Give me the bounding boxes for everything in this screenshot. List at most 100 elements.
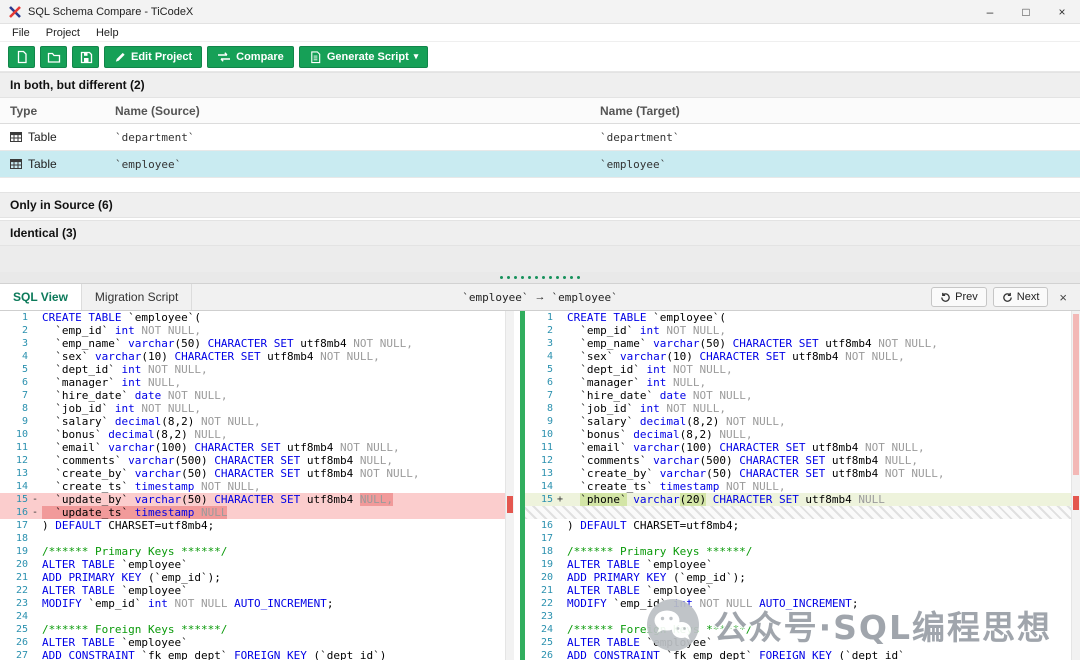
- menu-file[interactable]: File: [4, 27, 38, 39]
- code-line: [525, 506, 1080, 519]
- source-code-panel: 1CREATE TABLE `employee`(2 `emp_id` int …: [0, 311, 514, 660]
- code-line: 18: [0, 532, 514, 545]
- menu-project[interactable]: Project: [38, 27, 88, 39]
- code-line: 14 `create_ts` timestamp NOT NULL,: [0, 480, 514, 493]
- code-line: 2 `emp_id` int NOT NULL,: [525, 324, 1080, 337]
- code-line: 7 `hire_date` date NOT NULL,: [525, 389, 1080, 402]
- code-line: 11 `email` varchar(100) CHARACTER SET ut…: [0, 441, 514, 454]
- titlebar: SQL Schema Compare - TiCodeX – □ ×: [0, 0, 1080, 24]
- code-line: 12 `comments` varchar(500) CHARACTER SET…: [0, 454, 514, 467]
- column-header-name-source[interactable]: Name (Source): [105, 104, 590, 118]
- table-icon: [10, 131, 22, 143]
- code-line: 3 `emp_name` varchar(50) CHARACTER SET u…: [525, 337, 1080, 350]
- code-line: 17: [525, 532, 1080, 545]
- code-line: 19/****** Primary Keys ******/: [0, 545, 514, 558]
- code-line: 1CREATE TABLE `employee`(: [0, 311, 514, 324]
- code-line: 10 `bonus` decimal(8,2) NULL,: [525, 428, 1080, 441]
- section-header-different[interactable]: In both, but different (2): [0, 72, 1080, 98]
- code-line: 9 `salary` decimal(8,2) NOT NULL,: [525, 415, 1080, 428]
- table-row-department[interactable]: Table `department` `department`: [0, 124, 1080, 151]
- compare-label: Compare: [236, 51, 284, 63]
- window-title: SQL Schema Compare - TiCodeX: [28, 6, 193, 18]
- source-scrollbar[interactable]: [505, 311, 514, 660]
- table-row-employee[interactable]: Table `employee` `employee`: [0, 151, 1080, 178]
- compare-arrows-icon: [217, 51, 231, 63]
- row-source-name: `department`: [105, 131, 590, 144]
- code-line: 8 `job_id` int NOT NULL,: [525, 402, 1080, 415]
- target-scrollbar[interactable]: [1071, 311, 1080, 660]
- code-line: 21ADD PRIMARY KEY (`emp_id`);: [0, 571, 514, 584]
- next-diff-button[interactable]: Next: [993, 287, 1049, 307]
- diff-source-name: `employee`: [462, 291, 528, 304]
- column-header-name-target[interactable]: Name (Target): [590, 104, 1080, 118]
- menubar: File Project Help: [0, 24, 1080, 42]
- code-line: 8 `job_id` int NOT NULL,: [0, 402, 514, 415]
- code-line: 5 `dept_id` int NOT NULL,: [0, 363, 514, 376]
- code-line: 6 `manager` int NULL,: [0, 376, 514, 389]
- code-line: 4 `sex` varchar(10) CHARACTER SET utf8mb…: [525, 350, 1080, 363]
- script-icon: [309, 50, 322, 64]
- menu-help[interactable]: Help: [88, 27, 127, 39]
- splitter[interactable]: [0, 272, 1080, 284]
- code-line: 14 `create_ts` timestamp NOT NULL,: [525, 480, 1080, 493]
- grid-empty-area: [0, 246, 1080, 272]
- code-line: 24/****** Foreign Keys ******/: [525, 623, 1080, 636]
- new-file-icon: [15, 50, 29, 64]
- code-line: 15- `update_by` varchar(50) CHARACTER SE…: [0, 493, 514, 506]
- code-line: 24: [0, 610, 514, 623]
- code-line: 27ADD CONSTRAINT `fk_emp_dept` FOREIGN K…: [0, 649, 514, 660]
- code-line: 20ADD PRIMARY KEY (`emp_id`);: [525, 571, 1080, 584]
- code-line: 16- `update_ts` timestamp NULL: [0, 506, 514, 519]
- toolbar: Edit Project Compare Generate Script ▾: [0, 42, 1080, 72]
- tab-migration-script[interactable]: Migration Script: [82, 284, 192, 310]
- code-line: 26ADD CONSTRAINT `fk_emp_dept` FOREIGN K…: [525, 649, 1080, 660]
- code-line: 23MODIFY `emp_id` int NOT NULL AUTO_INCR…: [0, 597, 514, 610]
- diff-navigation: Prev Next ×: [931, 284, 1080, 310]
- save-icon: [79, 50, 93, 64]
- column-header-type[interactable]: Type: [0, 104, 105, 118]
- code-line: 10 `bonus` decimal(8,2) NULL,: [0, 428, 514, 441]
- code-line: 23: [525, 610, 1080, 623]
- code-line: 22ALTER TABLE `employee`: [0, 584, 514, 597]
- code-line: 19ALTER TABLE `employee`: [525, 558, 1080, 571]
- code-line: 11 `email` varchar(100) CHARACTER SET ut…: [525, 441, 1080, 454]
- code-line: 17) DEFAULT CHARSET=utf8mb4;: [0, 519, 514, 532]
- close-button[interactable]: ×: [1044, 0, 1080, 23]
- diff-mark: [1073, 496, 1079, 510]
- prev-diff-button[interactable]: Prev: [931, 287, 987, 307]
- section-header-only-in-source[interactable]: Only in Source (6): [0, 192, 1080, 218]
- code-line: 1CREATE TABLE `employee`(: [525, 311, 1080, 324]
- arrow-right-icon: →: [535, 291, 546, 303]
- code-line: 15+ `phone` varchar(20) CHARACTER SET ut…: [525, 493, 1080, 506]
- code-line: 16) DEFAULT CHARSET=utf8mb4;: [525, 519, 1080, 532]
- save-project-button[interactable]: [72, 46, 99, 68]
- row-target-name: `department`: [590, 131, 1080, 144]
- edit-project-label: Edit Project: [131, 51, 192, 63]
- open-folder-icon: [47, 50, 61, 64]
- compare-button[interactable]: Compare: [207, 46, 294, 68]
- code-line: 26ALTER TABLE `employee`: [0, 636, 514, 649]
- splitter-grip-icon: [500, 276, 580, 279]
- code-line: 6 `manager` int NULL,: [525, 376, 1080, 389]
- edit-project-button[interactable]: Edit Project: [104, 46, 202, 68]
- next-label: Next: [1017, 291, 1040, 303]
- diff-mark: [507, 496, 513, 513]
- code-line: 22MODIFY `emp_id` int NOT NULL AUTO_INCR…: [525, 597, 1080, 610]
- app-logo-icon: [8, 5, 22, 19]
- table-icon: [10, 158, 22, 170]
- close-diff-icon[interactable]: ×: [1054, 290, 1072, 305]
- target-code-panel: 1CREATE TABLE `employee`(2 `emp_id` int …: [525, 311, 1080, 660]
- new-project-button[interactable]: [8, 46, 35, 68]
- row-target-name: `employee`: [590, 158, 1080, 171]
- tab-sql-view[interactable]: SQL View: [0, 284, 82, 310]
- code-line: 18/****** Primary Keys ******/: [525, 545, 1080, 558]
- generate-script-button[interactable]: Generate Script ▾: [299, 46, 428, 68]
- code-line: 7 `hire_date` date NOT NULL,: [0, 389, 514, 402]
- maximize-button[interactable]: □: [1008, 0, 1044, 23]
- code-line: 25ALTER TABLE `employee`: [525, 636, 1080, 649]
- section-header-identical[interactable]: Identical (3): [0, 220, 1080, 246]
- prev-circle-arrow-icon: [940, 292, 951, 303]
- minimize-button[interactable]: –: [972, 0, 1008, 23]
- open-project-button[interactable]: [40, 46, 67, 68]
- code-line: 2 `emp_id` int NOT NULL,: [0, 324, 514, 337]
